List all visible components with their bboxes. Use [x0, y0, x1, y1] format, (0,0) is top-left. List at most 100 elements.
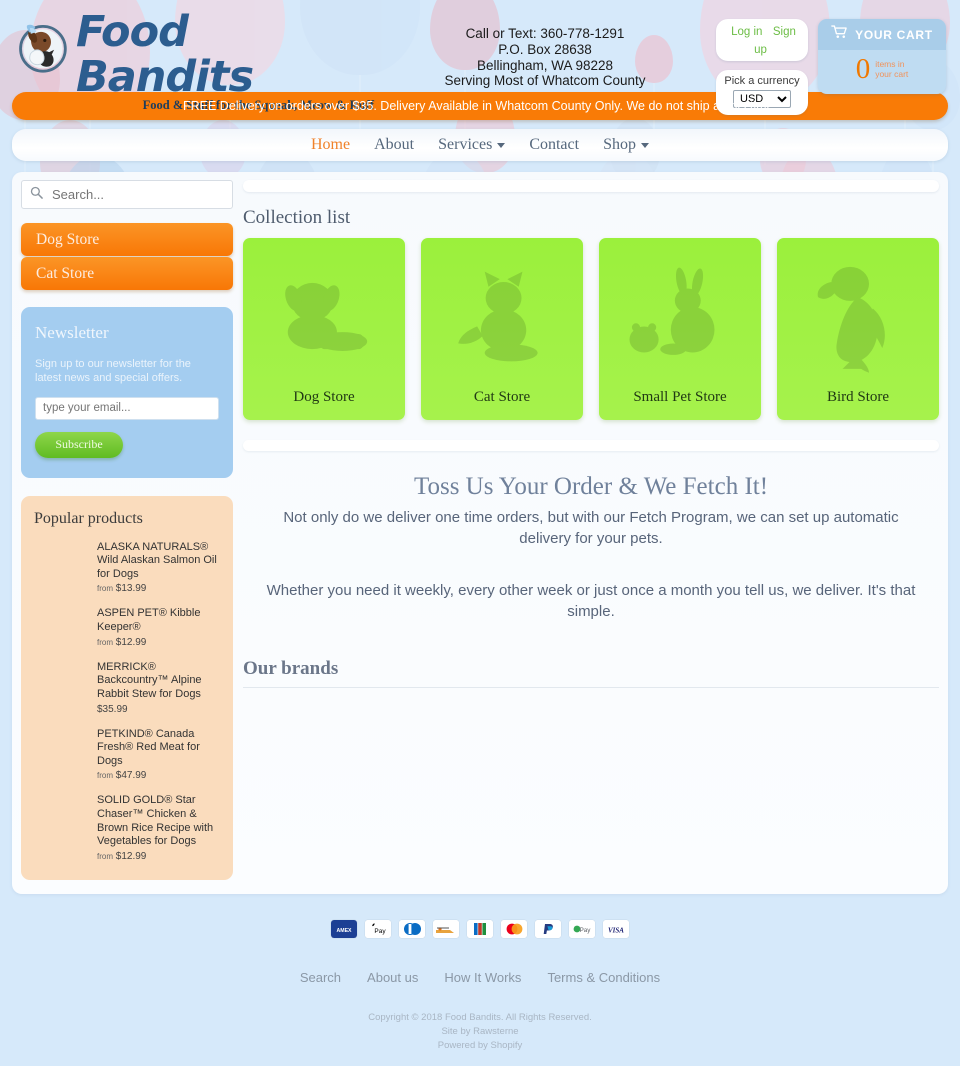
payment-icon-mastercard [501, 919, 527, 938]
content-shell: Dog Store Cat Store Newsletter Sign up t… [12, 172, 948, 894]
promo-section: Toss Us Your Order & We Fetch It! Not on… [243, 451, 939, 622]
collection-card[interactable]: Bird Store [777, 238, 939, 420]
payment-icon-discover [433, 919, 459, 938]
price-value: $47.99 [115, 770, 147, 782]
nav-item-contact[interactable]: Contact [518, 134, 590, 156]
footer-link-search[interactable]: Search [300, 970, 341, 985]
sidebar: Dog Store Cat Store Newsletter Sign up t… [21, 180, 233, 880]
main-content: Collection list Dog Store Cat Store Small … [243, 180, 939, 880]
price-prefix: from [97, 771, 113, 781]
collection-grid: Dog Store Cat Store Small Pet Store Bird St… [243, 238, 939, 420]
footer-links: Search About us How It Works Terms & Condit… [0, 970, 960, 985]
newsletter-email-input[interactable] [35, 396, 219, 420]
price-value: $13.99 [115, 583, 147, 595]
brands-heading: Our brands [243, 658, 339, 680]
contact-line: Bellingham, WA 98228 [476, 57, 614, 73]
price-prefix: from [97, 584, 113, 594]
dog-cat-bird-badge-logo-icon [14, 18, 70, 74]
cart-header: YOUR CART [818, 19, 946, 50]
contact-line: Serving Most of Whatcom County [444, 73, 646, 89]
site-logo[interactable]: Food Bandits Food & Stuff for the Squeak… [14, 9, 374, 113]
product-name: ALASKA NATURALS® Wild Alaskan Salmon Oil… [97, 540, 217, 580]
search-box[interactable] [21, 180, 233, 209]
collection-card[interactable]: Small Pet Store [599, 238, 761, 420]
product-thumbnail [34, 794, 89, 862]
cart-sub-text: items in your cart [875, 59, 908, 79]
brands-section: Our brands [243, 658, 939, 818]
product-name: MERRICK® Backcountry™ Alpine Rabbit Stew… [97, 660, 202, 700]
product-thumbnail [34, 661, 89, 715]
login-link[interactable]: Log in [731, 26, 762, 38]
contact-line: Call or Text: 360-778-1291 [465, 26, 625, 41]
newsletter-copy: Sign up to our newsletter for the latest… [35, 358, 191, 385]
footer-link-terms---conditions[interactable]: Terms & Conditions [547, 970, 660, 985]
price-value: $35.99 [97, 703, 128, 715]
chevron-down-icon [497, 142, 506, 148]
footer-link-about-us[interactable]: About us [367, 970, 418, 985]
product-price: $35.99 [97, 704, 220, 715]
promo-paragraph-2: Whether you need it weekly, every other … [266, 581, 916, 620]
price-prefix: from [97, 851, 113, 861]
product-name: SOLID GOLD® Star Chaser™ Chicken & Brown… [97, 794, 214, 848]
cat-with-bowl-icon [421, 252, 583, 380]
newsletter-title: Newsletter [35, 323, 109, 342]
product-price: from $47.99 [97, 770, 220, 781]
collection-card-label: Cat Store [473, 389, 531, 405]
parrot-icon [777, 252, 939, 380]
svg-text:AMEX: AMEX [337, 928, 353, 934]
slideshow-strip[interactable] [243, 180, 939, 192]
nav-item-home[interactable]: Home [300, 134, 361, 156]
newsletter-subscribe-button[interactable]: Subscribe [35, 431, 123, 458]
collection-card[interactable]: Cat Store [421, 238, 583, 420]
cart-item-count: 0 [855, 53, 871, 85]
popular-product-item[interactable]: PETKIND® Canada Fresh® Red Meat for Dogs… [34, 728, 220, 782]
section-divider [243, 440, 939, 451]
store-button-label: Dog Store [36, 230, 100, 248]
product-info: ALASKA NATURALS® Wild Alaskan Salmon Oil… [97, 541, 220, 595]
product-name: ASPEN PET® Kibble Keeper® [97, 607, 201, 634]
payment-icon-jcb [467, 919, 493, 938]
product-thumbnail [34, 607, 89, 647]
product-thumbnail [34, 541, 89, 595]
contact-line: P.O. Box 28638 [498, 41, 592, 57]
site-footer: AMEX Pay Pay VISA Search About us How It Work… [0, 919, 960, 1066]
search-icon [30, 186, 43, 204]
product-info: SOLID GOLD® Star Chaser™ Chicken & Brown… [97, 794, 220, 862]
payment-icon-apple-pay: Pay [365, 919, 391, 938]
legal-line: Site by Rawsterne [441, 1025, 519, 1037]
popular-product-item[interactable]: MERRICK® Backcountry™ Alpine Rabbit Stew… [34, 661, 220, 715]
nav-item-label: Contact [529, 136, 580, 153]
legal-line: Powered by Shopify [437, 1039, 523, 1051]
payment-icon-paypal [535, 919, 561, 938]
main-navigation: Home About Services Contact Shop [12, 129, 948, 161]
collection-list-title: Collection list [243, 207, 351, 228]
nav-item-shop[interactable]: Shop [592, 134, 660, 156]
svg-text:VISA: VISA [608, 926, 624, 934]
sidebar-store-button-dog[interactable]: Dog Store [21, 223, 233, 256]
popular-product-item[interactable]: ASPEN PET® Kibble Keeper® from $12.99 [34, 607, 220, 647]
price-value: $12.99 [115, 850, 147, 862]
search-input[interactable] [50, 186, 224, 203]
collection-card-label: Dog Store [293, 389, 355, 405]
collection-card-label: Bird Store [826, 389, 890, 405]
price-prefix: from [97, 637, 113, 647]
collection-card-label: Small Pet Store [633, 389, 727, 405]
popular-product-item[interactable]: ALASKA NATURALS® Wild Alaskan Salmon Oil… [34, 541, 220, 595]
nav-item-about[interactable]: About [363, 134, 425, 156]
sidebar-store-button-cat[interactable]: Cat Store [21, 257, 233, 290]
product-thumbnail [34, 728, 89, 782]
product-info: ASPEN PET® Kibble Keeper® from $12.99 [97, 607, 220, 647]
popular-products-box: Popular products ALASKA NATURALS® Wild A… [21, 495, 233, 880]
payment-icon-visa: VISA [603, 919, 629, 938]
footer-link-how-it-works[interactable]: How It Works [444, 970, 521, 985]
nav-item-label: Services [438, 136, 493, 153]
logo-text: Food Bandits Food & Stuff for the Squeak… [76, 9, 374, 113]
cart-widget[interactable]: YOUR CART 0 items in your cart [818, 19, 946, 94]
popular-products-list: ALASKA NATURALS® Wild Alaskan Salmon Oil… [34, 541, 220, 862]
nav-item-services[interactable]: Services [427, 134, 516, 156]
payment-methods: AMEX Pay Pay VISA [0, 919, 960, 938]
collection-card[interactable]: Dog Store [243, 238, 405, 420]
promo-heading: Toss Us Your Order & We Fetch It! [413, 473, 769, 500]
promo-paragraph-1: Not only do we deliver one time orders, … [283, 509, 899, 548]
popular-product-item[interactable]: SOLID GOLD® Star Chaser™ Chicken & Brown… [34, 794, 220, 862]
